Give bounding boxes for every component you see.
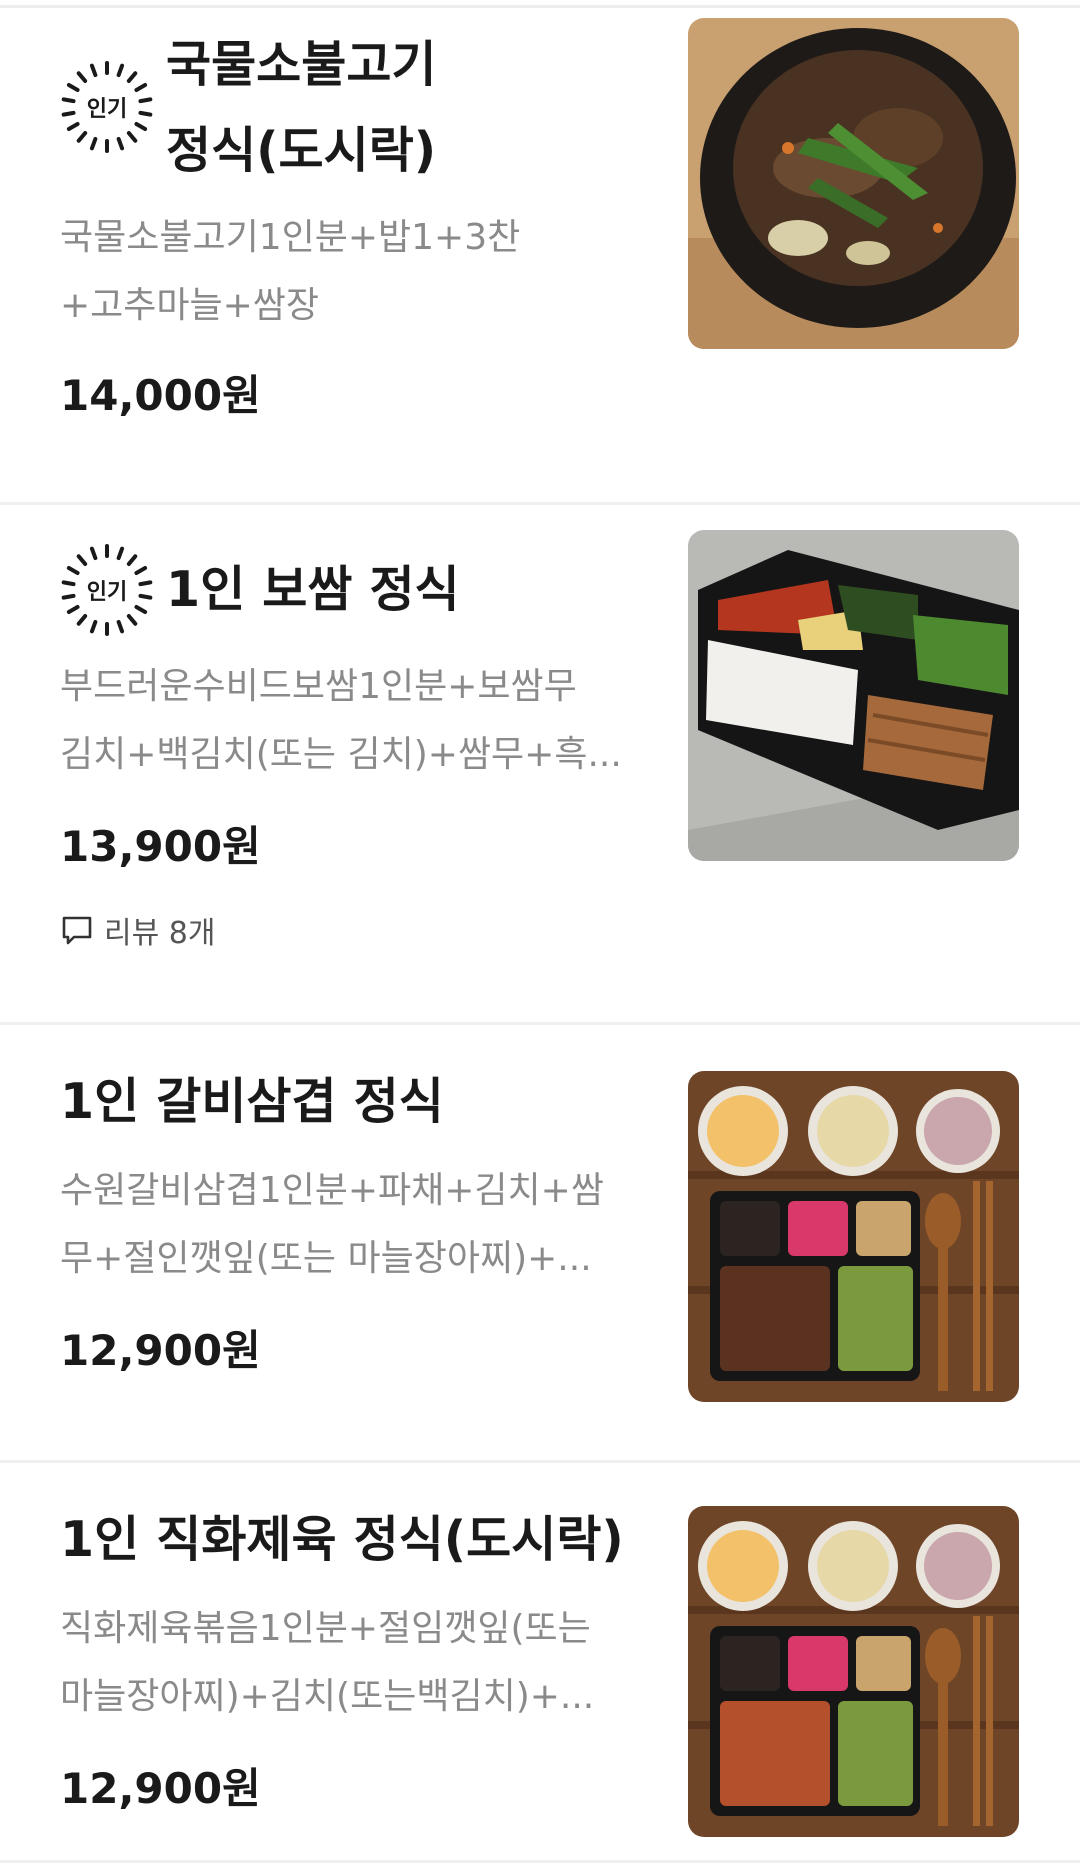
menu-item[interactable]: 1인 갈비삼겹 정식 수원갈비삼겹1인분+파채+김치+쌈 무+절인깻잎(또는 마… — [0, 1025, 1080, 1463]
menu-description-line: 김치+백김치(또는 김치)+쌈무+흑... — [60, 734, 622, 775]
menu-description: 국물소불고기1인분+밥1+3찬 +고추마늘+쌈장 — [60, 204, 660, 340]
menu-description-line: 부드러운수비드보쌈1인분+보쌈무 — [60, 666, 577, 707]
galbi-samgyeop-set-icon — [688, 1071, 1019, 1402]
popular-badge: 인기 — [60, 60, 154, 154]
menu-title: 정식(도시락) — [166, 122, 437, 179]
menu-list: 인기 국물소불고기 정식(도시락) 국물소불고기1인분+밥1+3찬 +고추마늘+… — [0, 8, 1080, 1863]
menu-description-line: 무+절인깻잎(또는 마늘장아찌)+... — [60, 1238, 592, 1279]
menu-description-line: 국물소불고기1인분+밥1+3찬 — [60, 217, 521, 258]
menu-photo[interactable] — [688, 18, 1019, 349]
review-label: 리뷰 8개 — [104, 916, 216, 951]
review-count[interactable]: 리뷰 8개 — [60, 908, 660, 952]
menu-item[interactable]: 인기 국물소불고기 정식(도시락) 국물소불고기1인분+밥1+3찬 +고추마늘+… — [0, 8, 1080, 505]
jeyuk-set-icon — [688, 1506, 1019, 1837]
bossam-lunchbox-icon — [688, 530, 1019, 861]
menu-description-line: 마늘장아찌)+김치(또는백김치)+... — [60, 1676, 595, 1717]
speech-bubble-icon — [62, 916, 92, 945]
menu-photo[interactable] — [688, 1071, 1019, 1402]
menu-item[interactable]: 1인 직화제육 정식(도시락) 직화제육볶음1인분+절임깻잎(또는 마늘장아찌)… — [0, 1463, 1080, 1863]
menu-photo[interactable] — [688, 530, 1019, 861]
menu-price: 12,900원 — [60, 1326, 261, 1375]
menu-description-line: +고추마늘+쌈장 — [60, 285, 320, 326]
menu-price: 12,900원 — [60, 1764, 261, 1813]
menu-price: 14,000원 — [60, 371, 261, 420]
menu-description: 수원갈비삼겹1인분+파채+김치+쌈 무+절인깻잎(또는 마늘장아찌)+... — [60, 1157, 660, 1293]
bulgogi-hotpot-icon — [688, 18, 1019, 349]
badge-label: 인기 — [86, 580, 128, 605]
menu-description-line: 직화제육볶음1인분+절임깻잎(또는 — [60, 1608, 591, 1649]
top-divider — [0, 0, 1080, 8]
menu-description: 부드러운수비드보쌈1인분+보쌈무 김치+백김치(또는 김치)+쌈무+흑... — [60, 653, 660, 789]
badge-label: 인기 — [86, 97, 128, 122]
menu-item[interactable]: 인기 1인 보쌈 정식 부드러운수비드보쌈1인분+보쌈무 김치+백김치(또는 김… — [0, 505, 1080, 1025]
menu-description: 직화제육볶음1인분+절임깻잎(또는 마늘장아찌)+김치(또는백김치)+... — [60, 1595, 660, 1731]
popular-badge: 인기 — [60, 543, 154, 637]
menu-title: 1인 보쌈 정식 — [166, 561, 460, 618]
menu-title: 1인 갈비삼겹 정식 — [60, 1073, 444, 1130]
menu-price: 13,900원 — [60, 822, 261, 871]
menu-title: 국물소불고기 — [166, 36, 437, 93]
menu-title: 1인 직화제육 정식(도시락) — [60, 1511, 624, 1568]
menu-photo[interactable] — [688, 1506, 1019, 1837]
menu-description-line: 수원갈비삼겹1인분+파채+김치+쌈 — [60, 1170, 604, 1211]
